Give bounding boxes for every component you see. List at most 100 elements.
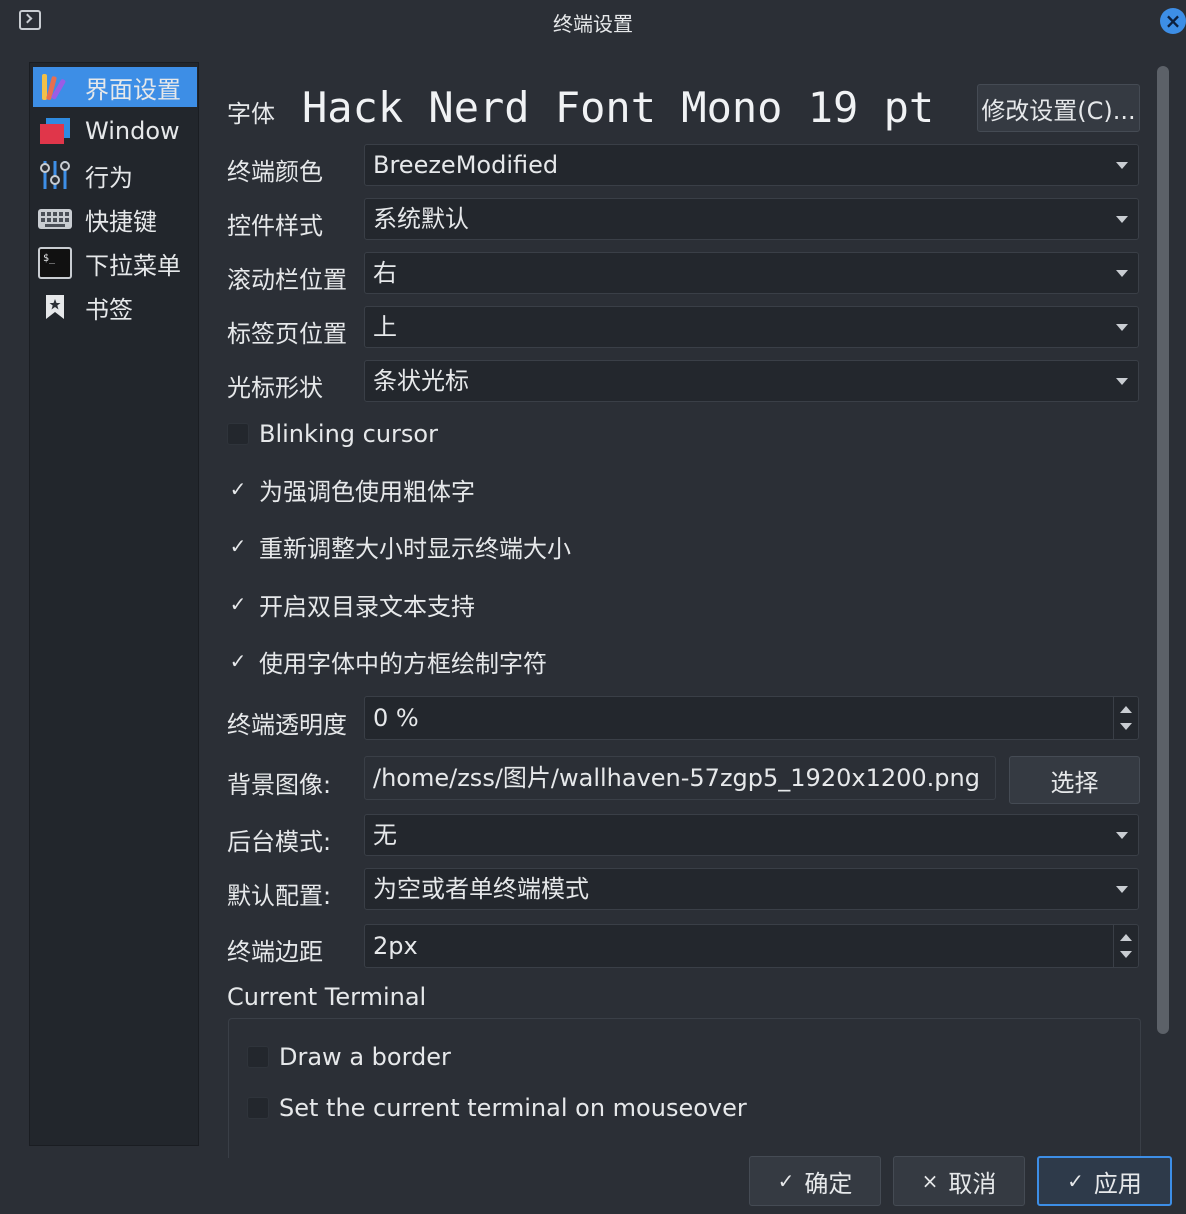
background-image-path: /home/zss/图片/wallhaven-57zgp5_1920x1200.…	[373, 764, 980, 792]
draw-border-checkbox[interactable]: Draw a border	[247, 1039, 451, 1075]
cancel-button[interactable]: × 取消	[893, 1156, 1025, 1206]
ok-button[interactable]: ✓ 确定	[749, 1156, 881, 1206]
sidebar-item-behavior[interactable]: 行为	[33, 155, 197, 195]
checkmark-icon[interactable]: ✓	[227, 534, 249, 558]
apply-button[interactable]: ✓ 应用	[1037, 1156, 1172, 1206]
color-scheme-value: BreezeModified	[373, 151, 559, 179]
chevron-down-icon	[1116, 216, 1128, 223]
checkbox-label: Blinking cursor	[259, 420, 438, 448]
opacity-value: 0 %	[373, 704, 419, 732]
checkbox-label: 开启双目录文本支持	[259, 592, 475, 621]
widget-style-value: 系统默认	[373, 205, 469, 233]
current-terminal-group: Draw a border Set the current terminal o…	[228, 1018, 1141, 1158]
sidebar-item-label: 快捷键	[85, 207, 157, 236]
checkbox-label: 为强调色使用粗体字	[259, 477, 475, 506]
margin-spinbox[interactable]: 2px	[364, 924, 1139, 968]
spin-buttons[interactable]	[1113, 925, 1138, 967]
sidebar-item-dropdown[interactable]: $_ 下拉菜单	[33, 243, 197, 283]
color-scheme-combo[interactable]: BreezeModified	[364, 144, 1139, 186]
blinking-cursor-checkbox[interactable]: Blinking cursor	[227, 416, 438, 452]
sidebar-item-window[interactable]: Window	[33, 111, 197, 151]
font-preview: Hack Nerd Font Mono 19 pt	[302, 83, 935, 132]
background-image-field[interactable]: /home/zss/图片/wallhaven-57zgp5_1920x1200.…	[364, 756, 996, 800]
cursor-shape-value: 条状光标	[373, 367, 469, 395]
chevron-down-icon	[1116, 378, 1128, 385]
backend-mode-label: 后台模式:	[227, 828, 332, 856]
bidi-checkbox[interactable]: ✓ 开启双目录文本支持	[227, 586, 475, 622]
behavior-icon	[37, 158, 73, 192]
checkmark-icon[interactable]: ✓	[227, 477, 249, 501]
checkbox-box[interactable]	[247, 1097, 269, 1119]
appearance-icon	[37, 70, 73, 104]
sidebar-item-label: 下拉菜单	[85, 251, 181, 280]
checkbox-box[interactable]	[247, 1046, 269, 1068]
spin-buttons[interactable]	[1113, 697, 1138, 739]
opacity-spinbox[interactable]: 0 %	[364, 696, 1139, 740]
scrollbar-position-combo[interactable]: 右	[364, 252, 1139, 294]
current-terminal-title: Current Terminal	[227, 983, 427, 1011]
window-icon	[37, 114, 73, 148]
font-label: 字体	[227, 100, 275, 128]
appearance-settings-panel: 字体 Hack Nerd Font Mono 19 pt 修改设置(C)... …	[210, 62, 1155, 1158]
bookmark-icon	[37, 290, 73, 324]
chevron-down-icon	[1116, 832, 1128, 839]
box-drawing-checkbox[interactable]: ✓ 使用字体中的方框绘制字符	[227, 643, 547, 679]
sidebar-item-shortcuts[interactable]: 快捷键	[33, 199, 197, 239]
checkmark-icon[interactable]: ✓	[227, 649, 249, 673]
sidebar-item-bookmarks[interactable]: 书签	[33, 287, 197, 327]
button-label: 确定	[804, 1169, 853, 1198]
settings-sidebar: 界面设置 Window 行为 快捷键 $_ 下拉菜单 书签	[29, 62, 199, 1146]
chevron-down-icon	[1116, 324, 1128, 331]
spin-down-icon[interactable]	[1120, 951, 1132, 958]
sidebar-item-label: 行为	[85, 163, 133, 192]
background-image-label: 背景图像:	[227, 771, 332, 799]
checkbox-label: Set the current terminal on mouseover	[279, 1094, 747, 1122]
chevron-down-icon	[1116, 270, 1128, 277]
opacity-label: 终端透明度	[227, 711, 347, 739]
window-title: 终端设置	[553, 12, 633, 36]
button-label: 应用	[1093, 1169, 1142, 1198]
checkmark-icon: ✓	[777, 1169, 795, 1193]
default-profile-label: 默认配置:	[227, 882, 332, 910]
sidebar-item-appearance[interactable]: 界面设置	[33, 67, 197, 107]
choose-image-button[interactable]: 选择	[1009, 756, 1140, 804]
widget-style-combo[interactable]: 系统默认	[364, 198, 1139, 240]
tab-position-value: 上	[373, 313, 397, 341]
sidebar-item-label: Window	[85, 117, 180, 145]
tab-position-combo[interactable]: 上	[364, 306, 1139, 348]
spin-up-icon[interactable]	[1120, 706, 1132, 713]
show-size-checkbox[interactable]: ✓ 重新调整大小时显示终端大小	[227, 528, 571, 564]
vertical-scrollbar[interactable]	[1157, 66, 1169, 1034]
checkmark-icon[interactable]: ✓	[227, 592, 249, 616]
close-icon: ×	[921, 1169, 939, 1193]
margin-value: 2px	[373, 932, 418, 960]
svg-text:$_: $_	[43, 253, 56, 264]
sidebar-item-label: 书签	[85, 295, 133, 324]
button-label: 取消	[948, 1169, 997, 1198]
default-profile-combo[interactable]: 为空或者单终端模式	[364, 868, 1139, 910]
tab-position-label: 标签页位置	[227, 320, 347, 348]
backend-mode-value: 无	[373, 821, 397, 849]
cursor-shape-combo[interactable]: 条状光标	[364, 360, 1139, 402]
checkbox-label: 重新调整大小时显示终端大小	[259, 534, 571, 563]
checkmark-icon: ✓	[1067, 1169, 1084, 1193]
sidebar-item-label: 界面设置	[85, 75, 181, 104]
checkbox-label: 使用字体中的方框绘制字符	[259, 649, 547, 678]
spin-up-icon[interactable]	[1120, 934, 1132, 941]
color-scheme-label: 终端颜色	[227, 158, 323, 186]
chevron-down-icon	[1116, 886, 1128, 893]
checkbox-box[interactable]	[227, 423, 249, 445]
close-button[interactable]: ×	[1160, 8, 1186, 34]
cursor-shape-label: 光标形状	[227, 374, 323, 402]
focus-mouseover-checkbox[interactable]: Set the current terminal on mouseover	[247, 1090, 747, 1126]
change-font-button[interactable]: 修改设置(C)...	[977, 84, 1140, 132]
keyboard-icon	[37, 202, 73, 236]
margin-label: 终端边距	[227, 938, 323, 966]
chevron-down-icon	[1116, 162, 1128, 169]
default-profile-value: 为空或者单终端模式	[373, 875, 589, 903]
scrollbar-position-label: 滚动栏位置	[227, 266, 347, 294]
backend-mode-combo[interactable]: 无	[364, 814, 1139, 856]
checkbox-label: Draw a border	[279, 1043, 451, 1071]
spin-down-icon[interactable]	[1120, 723, 1132, 730]
bold-intense-checkbox[interactable]: ✓ 为强调色使用粗体字	[227, 471, 475, 507]
